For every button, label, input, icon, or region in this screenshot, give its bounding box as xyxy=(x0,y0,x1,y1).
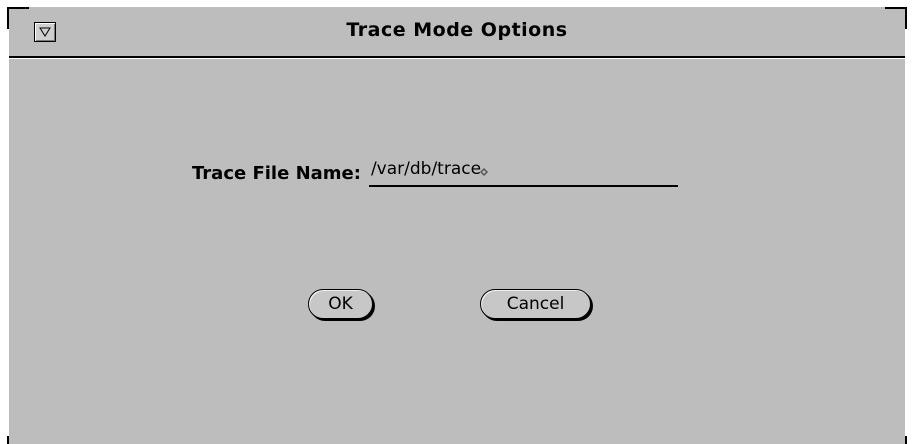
trace-file-input[interactable]: /var/db/trace xyxy=(368,159,678,187)
resize-corner-bottom-left[interactable] xyxy=(7,436,29,444)
cancel-button-label: Cancel xyxy=(506,294,565,314)
text-caret-icon xyxy=(480,168,489,176)
trace-mode-options-window: Trace Mode Options Trace File Name: /var… xyxy=(0,0,914,444)
resize-corner-bottom-right[interactable] xyxy=(885,436,907,444)
title-bar[interactable]: Trace Mode Options xyxy=(9,9,905,53)
window-border-top[interactable] xyxy=(0,0,914,7)
window-border-left[interactable] xyxy=(0,0,9,444)
cancel-button[interactable]: Cancel xyxy=(480,289,591,319)
trace-file-label: Trace File Name: xyxy=(192,163,361,184)
ok-button-label: OK xyxy=(328,294,353,314)
ok-button[interactable]: OK xyxy=(308,289,373,319)
trace-file-row: Trace File Name: /var/db/trace xyxy=(192,155,678,187)
title-separator-highlight xyxy=(9,58,905,59)
trace-file-value: /var/db/trace xyxy=(370,159,482,179)
window-border-right[interactable] xyxy=(905,0,914,444)
window-title: Trace Mode Options xyxy=(346,19,568,41)
